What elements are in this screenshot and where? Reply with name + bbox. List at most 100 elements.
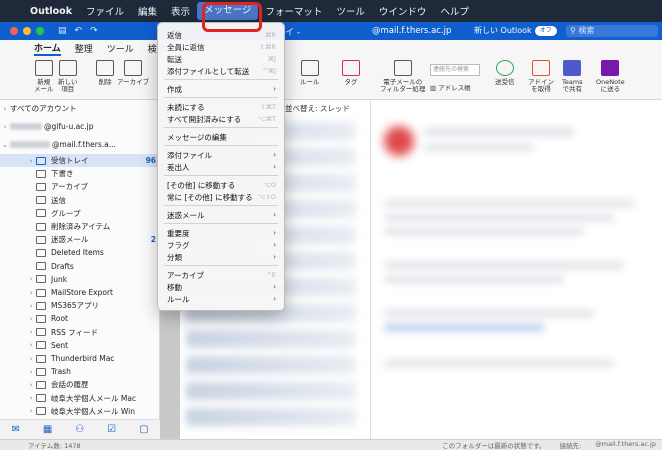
sidebar-folder[interactable]: › MS365アプリ xyxy=(0,299,159,312)
menu-item[interactable]: 重要度 › xyxy=(158,227,284,239)
people-icon[interactable]: ⚇ xyxy=(75,424,84,435)
menu-item[interactable]: フラグ › xyxy=(158,239,284,251)
menu-item[interactable]: アーカイブ ^E xyxy=(158,269,284,281)
sidebar-folder[interactable]: › Root xyxy=(0,312,159,325)
new-items-button[interactable]: 新しい 項目 xyxy=(58,60,78,93)
sidebar-folder[interactable]: 迷惑メール 2 xyxy=(0,233,159,246)
chevron-right-icon[interactable]: › xyxy=(26,302,36,310)
redacted-text xyxy=(384,360,614,367)
account-gifu[interactable]: › @gifu-u.ac.jp xyxy=(0,120,159,133)
sidebar-folder[interactable]: › 受信トレイ 96 xyxy=(0,154,159,167)
new-mail-button[interactable]: 新規 メール xyxy=(34,60,54,93)
save-icon[interactable]: ▤ xyxy=(58,26,67,36)
search-input[interactable]: ⚲ 検索 xyxy=(566,25,658,37)
menu-item[interactable]: 全員に返信 ⇧⌘R xyxy=(158,41,284,53)
menu-item[interactable]: 迷惑メール › xyxy=(158,209,284,221)
rules-button[interactable]: ルール xyxy=(300,60,320,86)
filter-button[interactable]: 電子メールの フィルター処理 xyxy=(380,60,425,93)
menu-edit[interactable]: 編集 xyxy=(131,4,164,18)
menu-item[interactable]: メッセージの編集 xyxy=(158,131,284,143)
minimize-window-button[interactable] xyxy=(23,27,31,35)
menu-item[interactable]: 作成 › xyxy=(158,83,284,95)
message-item[interactable] xyxy=(186,408,356,426)
menu-file[interactable]: ファイル xyxy=(79,4,131,18)
calendar-icon[interactable]: ▦ xyxy=(43,424,52,435)
account-mail[interactable]: ⌄ @mail.f.thers.a... xyxy=(0,138,159,151)
menu-item[interactable]: 移動 › xyxy=(158,281,284,293)
tags-button[interactable]: タグ xyxy=(342,60,360,86)
menu-item[interactable]: ルール › xyxy=(158,293,284,305)
menu-format[interactable]: フォーマット xyxy=(258,4,329,18)
mail-icon[interactable]: ✉ xyxy=(11,424,19,435)
menu-view[interactable]: 表示 xyxy=(164,4,197,18)
sidebar-folder[interactable]: › Thunderbird Mac xyxy=(0,352,159,365)
tab-home[interactable]: ホーム xyxy=(34,41,61,56)
chevron-right-icon[interactable]: › xyxy=(26,368,36,376)
sidebar-folder[interactable]: 下書き xyxy=(0,167,159,180)
redo-icon[interactable]: ↷ xyxy=(90,26,98,36)
menu-window[interactable]: ウインドウ xyxy=(372,4,434,18)
menu-item[interactable]: 常に [その他] に移動する ⌥⇧O xyxy=(158,191,284,203)
tab-organize[interactable]: 整理 xyxy=(75,42,93,55)
tasks-icon[interactable]: ☑ xyxy=(107,424,116,435)
search-placeholder: 検索 xyxy=(578,26,595,35)
menu-item[interactable]: 差出人 › xyxy=(158,161,284,173)
chevron-right-icon[interactable]: › xyxy=(26,157,36,165)
message-item[interactable] xyxy=(186,330,356,348)
send-receive-button[interactable]: 送受信 xyxy=(495,60,515,86)
chevron-right-icon[interactable]: › xyxy=(26,381,36,389)
sidebar-folder[interactable]: › MailStore Export xyxy=(0,286,159,299)
sidebar-folder[interactable]: › 岐阜大学個人メール Mac xyxy=(0,392,159,405)
menu-item[interactable]: 添付ファイル › xyxy=(158,149,284,161)
menu-item[interactable]: 添付ファイルとして転送 ^⌘J xyxy=(158,65,284,77)
share-teams-button[interactable]: Teams で共有 xyxy=(562,60,583,93)
sidebar-folder[interactable]: › Sent xyxy=(0,339,159,352)
sidebar-folder[interactable]: › Trash xyxy=(0,365,159,378)
chevron-right-icon[interactable]: › xyxy=(26,289,36,297)
notes-icon[interactable]: ▢ xyxy=(139,424,148,435)
menu-item[interactable]: 転送 ⌘J xyxy=(158,53,284,65)
chevron-right-icon[interactable]: › xyxy=(26,275,36,283)
sort-dropdown[interactable]: 並べ替え: スレッド xyxy=(285,103,350,114)
sidebar-folder[interactable]: › 岐阜大学個人メール Win xyxy=(0,405,159,418)
quick-access-toolbar: ▤ ↶ ↷ xyxy=(58,26,98,36)
sidebar-folder[interactable]: 削除済みアイテム xyxy=(0,220,159,233)
menu-item[interactable]: [その他] に移動する ⌥O xyxy=(158,179,284,191)
send-onenote-button[interactable]: OneNote に送る xyxy=(596,60,625,93)
menu-outlook[interactable]: Outlook xyxy=(23,6,79,17)
chevron-right-icon[interactable]: › xyxy=(26,394,36,402)
sidebar-folder[interactable]: 送信 xyxy=(0,194,159,207)
sidebar-folder[interactable]: › Junk xyxy=(0,273,159,286)
zoom-window-button[interactable] xyxy=(36,27,44,35)
new-outlook-toggle[interactable]: 新しい Outlook オフ xyxy=(474,25,557,36)
all-accounts[interactable]: › すべてのアカウント xyxy=(0,102,159,115)
chevron-right-icon[interactable]: › xyxy=(26,355,36,363)
get-addins-button[interactable]: アドイン を取得 xyxy=(528,60,554,93)
delete-button[interactable]: 削除 xyxy=(96,60,114,86)
message-item[interactable] xyxy=(186,356,356,374)
archive-button[interactable]: アーカイブ xyxy=(117,60,149,86)
sidebar-folder[interactable]: アーカイブ xyxy=(0,180,159,193)
menu-help[interactable]: ヘルプ xyxy=(433,4,476,18)
menu-item[interactable]: すべて開封済みにする ⌥⌘T xyxy=(158,113,284,125)
undo-icon[interactable]: ↶ xyxy=(75,26,83,36)
close-window-button[interactable] xyxy=(10,27,18,35)
menu-item[interactable]: 未読にする ⇧⌘T xyxy=(158,101,284,113)
message-item[interactable] xyxy=(186,382,356,400)
sidebar-folder[interactable]: Deleted Items xyxy=(0,246,159,259)
address-book-button[interactable]: ▥ アドレス帳 xyxy=(430,82,471,92)
chevron-right-icon[interactable]: › xyxy=(26,341,36,349)
sidebar-folder[interactable]: グループ xyxy=(0,207,159,220)
menu-shortcut: ⌘J xyxy=(267,55,276,63)
chevron-right-icon[interactable]: › xyxy=(26,328,36,336)
sidebar-folder[interactable]: Drafts xyxy=(0,260,159,273)
search-contacts-input[interactable]: 連絡先の検索 xyxy=(430,64,480,76)
menu-tools[interactable]: ツール xyxy=(329,4,372,18)
new-outlook-switch[interactable]: オフ xyxy=(534,25,557,36)
tab-tools[interactable]: ツール xyxy=(107,42,134,55)
menu-item[interactable]: 分類 › xyxy=(158,251,284,263)
chevron-right-icon[interactable]: › xyxy=(26,315,36,323)
sidebar-folder[interactable]: › RSS フィード xyxy=(0,326,159,339)
sidebar-folder[interactable]: › 会話の履歴 xyxy=(0,378,159,391)
chevron-right-icon[interactable]: › xyxy=(26,407,36,415)
